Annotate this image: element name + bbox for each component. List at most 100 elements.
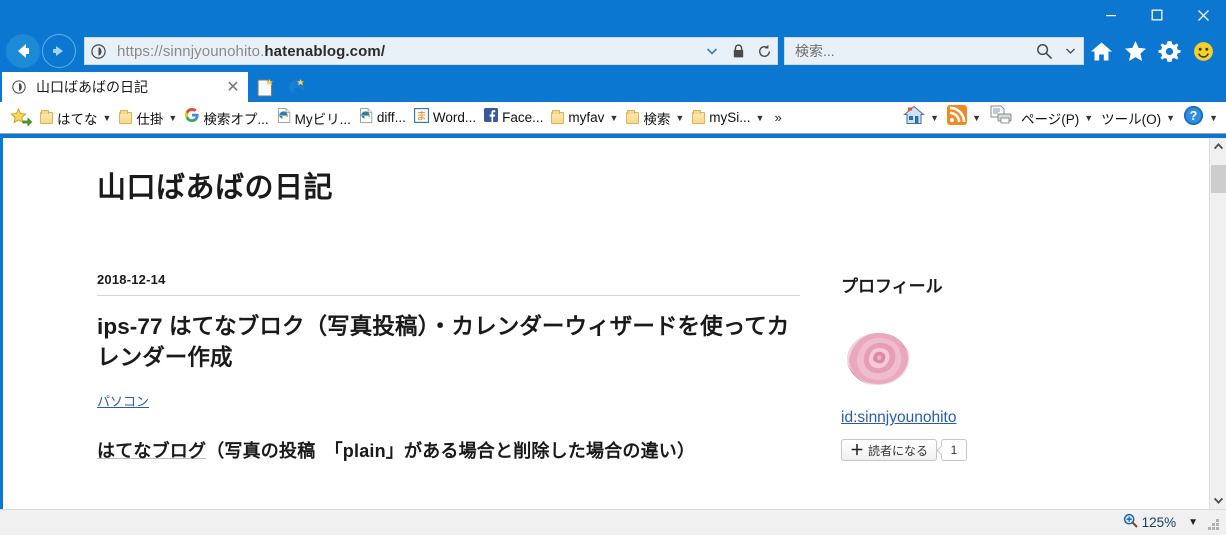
scroll-up-arrow-icon[interactable] (1210, 138, 1226, 155)
tab-title: 山口ばあばの日記 (36, 79, 148, 95)
ma-kanji-icon: ま (413, 107, 429, 128)
scrollbar-thumb[interactable] (1211, 165, 1226, 193)
favorite-word[interactable]: ま Word... (410, 105, 480, 131)
favorite-diff[interactable]: diff... (355, 105, 410, 131)
zoom-control[interactable]: 125% ▼ (1123, 513, 1206, 533)
search-dropdown-icon[interactable] (1057, 38, 1083, 64)
rose-avatar-icon[interactable] (841, 323, 915, 389)
url-domain: hatenablog.com/ (264, 42, 386, 60)
resize-grip[interactable] (1208, 516, 1222, 530)
favorite-mybilly[interactable]: Myビリ... (273, 105, 355, 131)
entry-title[interactable]: ips-77 はてなブロク（写真投稿）・カレンダーウィザードを使ってカレンダー作… (97, 312, 797, 373)
help-question-icon: ? (1183, 105, 1204, 131)
close-button[interactable] (1180, 0, 1226, 30)
chevron-down-icon[interactable]: ▼ (1084, 113, 1093, 123)
home-icon[interactable] (1084, 34, 1118, 68)
minimize-button[interactable] (1088, 0, 1134, 30)
search-icon[interactable] (1031, 38, 1057, 64)
command-page-menu[interactable]: ページ(P) ▼ (1017, 104, 1097, 132)
chevron-down-icon[interactable]: ▼ (609, 113, 618, 123)
forward-arrow-icon[interactable] (42, 34, 76, 68)
page-content-area: 山口ばあばの日記 2018-12-14 ips-77 はてなブロク（写真投稿）・… (1, 138, 1226, 509)
favorites-overflow-button[interactable]: » (768, 110, 787, 125)
favorites-star-icon[interactable] (1118, 34, 1152, 68)
folder-icon (626, 109, 640, 124)
status-bar: 125% ▼ (0, 509, 1226, 535)
info-icon[interactable] (85, 38, 111, 64)
tab-close-button[interactable]: ✕ (222, 77, 244, 97)
smiley-feedback-icon[interactable] (1186, 34, 1220, 68)
folder-icon (40, 109, 53, 124)
tab-active[interactable]: 山口ばあばの日記 ✕ (2, 72, 248, 102)
chevron-down-icon[interactable]: ▼ (1209, 113, 1218, 123)
favorite-label: Myビリ... (294, 111, 351, 127)
favorite-myfav[interactable]: myfav ▼ (547, 105, 622, 131)
chevron-down-icon[interactable] (699, 38, 725, 64)
maximize-button[interactable] (1134, 0, 1180, 30)
subscribe-button[interactable]: ＋ 読者になる (841, 439, 938, 461)
chevron-down-icon[interactable]: ▼ (675, 113, 684, 123)
chevron-down-icon[interactable]: ▼ (168, 113, 177, 123)
favorite-label: diff... (376, 110, 406, 125)
entry-divider (97, 295, 800, 296)
zoom-level-label: 125% (1141, 515, 1177, 530)
favorite-kensaku[interactable]: 検索 ▼ (622, 105, 688, 131)
back-arrow-icon[interactable] (6, 34, 40, 68)
settings-gear-icon[interactable] (1152, 34, 1186, 68)
svg-text:ま: ま (416, 109, 427, 122)
lock-icon[interactable] (725, 38, 751, 64)
title-bar (0, 0, 1226, 32)
search-box[interactable]: 検索... (784, 37, 1084, 65)
scroll-down-arrow-icon[interactable] (1210, 492, 1226, 509)
command-help-menu[interactable]: ? ▼ (1179, 104, 1222, 132)
command-bar: ▼ ▼ ページ(P) ▼ ツール(O) ▼ ? ▼ (899, 104, 1226, 132)
command-tools-menu[interactable]: ツール(O) ▼ (1097, 104, 1179, 132)
command-feeds[interactable]: ▼ (943, 104, 985, 132)
folder-icon (119, 109, 133, 124)
ie-page-icon (359, 107, 373, 128)
new-tab-icon[interactable] (251, 74, 279, 102)
open-in-edge-icon[interactable] (282, 74, 310, 102)
user-id-link[interactable]: id:sinnjyounohito (841, 409, 956, 426)
refresh-icon[interactable] (751, 38, 777, 64)
entry-category-link[interactable]: パソコン (97, 394, 149, 409)
facebook-icon (484, 108, 499, 127)
svg-text:?: ? (1190, 109, 1198, 123)
sidebar-actions: ＋ 読者になる 1 (841, 439, 1091, 461)
favorite-label: myfav (568, 110, 605, 125)
address-bar[interactable]: https://sinnjyounohito.hatenablog.com/ (84, 37, 778, 65)
chevron-down-icon[interactable]: ▼ (930, 113, 939, 123)
subscriber-count-badge[interactable]: 1 (941, 439, 968, 461)
chevron-down-icon[interactable]: ▼ (103, 113, 112, 123)
google-icon (185, 108, 199, 127)
url-prefix: https://sinnjyounohito. (117, 42, 265, 60)
chevron-down-icon[interactable]: ▼ (756, 113, 765, 123)
entry-date: 2018-12-14 (97, 272, 166, 287)
sidebar-user-id: id:sinnjyounohito (841, 409, 1091, 427)
command-home[interactable]: ▼ (899, 104, 943, 132)
favorite-search-options[interactable]: 検索オプ... (181, 105, 272, 131)
favorite-label: Face... (502, 110, 544, 125)
favorite-facebook[interactable]: Face... (480, 105, 547, 131)
favorite-label: Word... (432, 110, 477, 125)
entry-body-text: はてなブログ（写真の投稿 「plain」がある場合と削除した場合の違い） (97, 437, 809, 463)
main-column: 2018-12-14 ips-77 はてなブロク（写真投稿）・カレンダーウィザー… (97, 272, 809, 463)
plus-icon: ＋ (850, 442, 864, 458)
navigation-bar: https://sinnjyounohito.hatenablog.com/ 検… (0, 32, 1226, 70)
ie-page-icon (277, 107, 291, 128)
entry-body-rest: （写真の投稿 「plain」がある場合と削除した場合の違い） (206, 441, 696, 462)
search-input[interactable]: 検索... (785, 41, 1031, 61)
chevron-down-icon[interactable]: ▼ (972, 113, 981, 123)
add-to-favorites-icon[interactable] (6, 105, 36, 131)
favorite-hatena[interactable]: はてな ▼ (36, 105, 115, 131)
vertical-scrollbar[interactable] (1209, 138, 1226, 509)
command-print[interactable] (985, 104, 1017, 132)
zoom-magnifier-icon (1123, 513, 1138, 533)
web-page: 山口ばあばの日記 2018-12-14 ips-77 はてなブロク（写真投稿）・… (3, 138, 1209, 509)
favorite-label: 仕掛 (136, 111, 164, 127)
favorite-mysite[interactable]: mySi... ▼ (688, 105, 768, 131)
chevron-down-icon[interactable]: ▼ (1188, 517, 1198, 528)
favorite-shikake[interactable]: 仕掛 ▼ (115, 105, 181, 131)
chevron-down-icon[interactable]: ▼ (1166, 113, 1175, 123)
tab-strip: 山口ばあばの日記 ✕ (0, 70, 1226, 102)
